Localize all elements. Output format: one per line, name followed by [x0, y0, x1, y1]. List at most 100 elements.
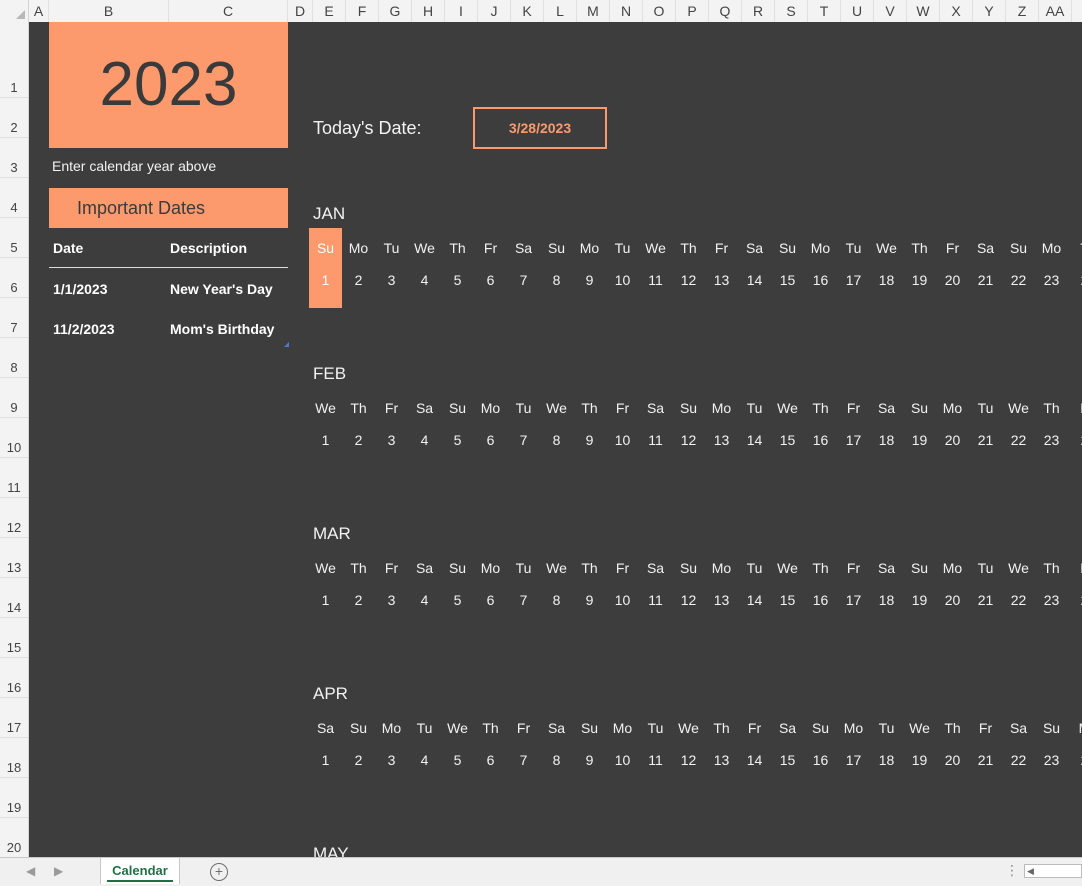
weekday-cell[interactable]: We — [441, 708, 474, 748]
date-number-cell[interactable]: 19 — [903, 748, 936, 788]
date-number-cell[interactable]: 8 — [540, 588, 573, 628]
row-header[interactable]: 17 — [0, 698, 28, 738]
date-number-cell[interactable]: 15 — [771, 748, 804, 788]
horizontal-scrollbar[interactable]: ◀ — [1024, 864, 1082, 878]
date-number-cell[interactable]: 21 — [969, 268, 1002, 308]
weekday-cell[interactable]: Tu — [507, 388, 540, 428]
date-number-cell[interactable]: 4 — [408, 748, 441, 788]
weekday-cell[interactable]: Tu — [606, 228, 639, 268]
date-number-cell[interactable]: 4 — [408, 428, 441, 468]
column-header[interactable]: W — [907, 0, 940, 22]
column-header[interactable]: H — [412, 0, 445, 22]
weekday-cell[interactable]: Tu — [639, 708, 672, 748]
event-description[interactable]: New Year's Day — [170, 281, 273, 297]
column-header[interactable]: M — [577, 0, 610, 22]
row-header[interactable]: 7 — [0, 298, 28, 338]
weekday-cell[interactable]: Tu — [738, 548, 771, 588]
weekday-cell[interactable]: Mo — [474, 548, 507, 588]
date-number-cell[interactable]: 20 — [936, 428, 969, 468]
weekday-cell[interactable]: Mo — [474, 388, 507, 428]
weekday-cell[interactable]: Th — [903, 228, 936, 268]
date-number-cell[interactable]: 2 — [1068, 588, 1082, 628]
date-number-cell[interactable]: 13 — [705, 588, 738, 628]
date-number-cell[interactable]: 15 — [771, 428, 804, 468]
weekday-cell[interactable]: M — [1068, 708, 1082, 748]
date-number-cell[interactable]: 6 — [474, 428, 507, 468]
date-number-cell[interactable]: 17 — [837, 428, 870, 468]
weekday-cell[interactable]: Sa — [408, 548, 441, 588]
weekday-cell[interactable]: Su — [573, 708, 606, 748]
weekday-cell[interactable]: Sa — [540, 708, 573, 748]
date-number-cell[interactable]: 2 — [342, 588, 375, 628]
date-number-cell[interactable]: 23 — [1035, 428, 1068, 468]
column-header[interactable]: I — [445, 0, 478, 22]
event-date[interactable]: 11/2/2023 — [53, 321, 115, 337]
column-header[interactable]: V — [874, 0, 907, 22]
weekday-cell[interactable]: Th — [573, 548, 606, 588]
weekday-cell[interactable]: Th — [705, 708, 738, 748]
row-header[interactable]: 10 — [0, 418, 28, 458]
column-header[interactable]: Q — [709, 0, 742, 22]
row-header[interactable]: 5 — [0, 218, 28, 258]
row-header[interactable]: 16 — [0, 658, 28, 698]
date-number-cell[interactable]: 6 — [474, 268, 507, 308]
weekday-cell[interactable]: We — [408, 228, 441, 268]
column-header[interactable]: B — [49, 0, 169, 22]
weekday-cell[interactable]: Su — [441, 388, 474, 428]
row-header[interactable]: 2 — [0, 98, 28, 138]
date-number-cell[interactable]: 6 — [474, 588, 507, 628]
date-number-cell[interactable]: 10 — [606, 268, 639, 308]
date-number-cell[interactable]: 23 — [1035, 268, 1068, 308]
weekday-cell[interactable]: Sa — [639, 548, 672, 588]
column-header[interactable]: A — [29, 0, 49, 22]
date-number-cell[interactable]: 18 — [870, 428, 903, 468]
date-number-cell[interactable]: 10 — [606, 588, 639, 628]
date-number-cell[interactable]: 8 — [540, 748, 573, 788]
column-header[interactable]: G — [379, 0, 412, 22]
weekday-cell[interactable]: Tu — [870, 708, 903, 748]
date-number-cell[interactable]: 3 — [375, 428, 408, 468]
weekday-cell[interactable]: Fr — [837, 388, 870, 428]
weekday-cell[interactable]: Sa — [870, 388, 903, 428]
date-number-cell[interactable]: 3 — [375, 588, 408, 628]
date-number-cell[interactable]: 23 — [1035, 588, 1068, 628]
date-number-cell[interactable]: 14 — [738, 268, 771, 308]
weekday-cell[interactable]: Tu — [507, 548, 540, 588]
date-number-cell[interactable]: 11 — [639, 588, 672, 628]
weekday-cell[interactable]: We — [309, 388, 342, 428]
column-header[interactable]: J — [478, 0, 511, 22]
column-header[interactable]: O — [643, 0, 676, 22]
column-header[interactable]: AA — [1039, 0, 1072, 22]
weekday-cell[interactable]: Su — [903, 388, 936, 428]
date-number-cell[interactable]: 4 — [408, 588, 441, 628]
weekday-cell[interactable]: Fr — [738, 708, 771, 748]
weekday-cell[interactable]: Sa — [1002, 708, 1035, 748]
weekday-cell[interactable]: We — [540, 388, 573, 428]
weekday-cell[interactable]: Sa — [738, 228, 771, 268]
row-header[interactable]: 9 — [0, 378, 28, 418]
weekday-cell[interactable]: Su — [804, 708, 837, 748]
weekday-cell[interactable]: Fr — [606, 548, 639, 588]
date-number-cell[interactable]: 2 — [342, 748, 375, 788]
date-number-cell[interactable]: 13 — [705, 268, 738, 308]
date-number-cell[interactable]: 19 — [903, 268, 936, 308]
date-number-cell[interactable]: 8 — [540, 428, 573, 468]
date-number-cell[interactable]: 10 — [606, 428, 639, 468]
scroll-left-icon[interactable]: ◀ — [1027, 866, 1034, 877]
date-number-cell[interactable]: 7 — [507, 748, 540, 788]
date-number-cell[interactable]: 18 — [870, 588, 903, 628]
date-number-cell[interactable]: 16 — [804, 428, 837, 468]
weekday-cell[interactable]: Fr — [375, 548, 408, 588]
date-number-cell[interactable]: 17 — [837, 748, 870, 788]
date-number-cell[interactable]: 14 — [738, 588, 771, 628]
column-header[interactable]: Z — [1006, 0, 1039, 22]
row-header[interactable]: 8 — [0, 338, 28, 378]
weekday-cell[interactable]: We — [1002, 548, 1035, 588]
weekday-cell[interactable]: Th — [573, 388, 606, 428]
date-number-cell[interactable]: 11 — [639, 268, 672, 308]
weekday-cell[interactable]: Sa — [639, 388, 672, 428]
weekday-cell[interactable]: Mo — [705, 388, 738, 428]
column-header[interactable]: A — [1072, 0, 1082, 22]
date-number-cell[interactable]: 18 — [870, 268, 903, 308]
weekday-cell[interactable]: We — [1002, 388, 1035, 428]
